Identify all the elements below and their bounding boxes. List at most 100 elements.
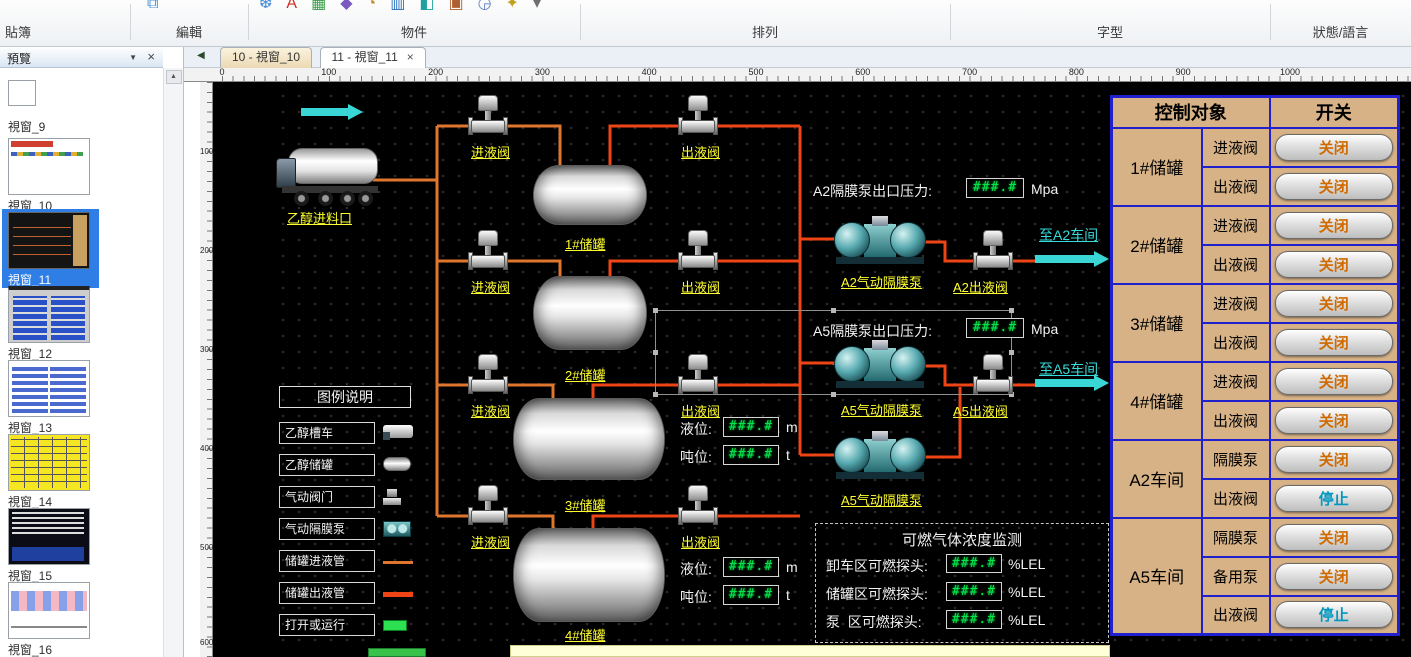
transform-tool-icon[interactable]: ⧉	[147, 0, 158, 15]
legend-label[interactable]: 乙醇槽车	[279, 422, 375, 444]
storage-tank-icon[interactable]	[533, 165, 647, 225]
more-objects-icon[interactable]: ▾	[533, 0, 541, 15]
pipe-segment[interactable]	[924, 242, 976, 261]
switch-button[interactable]: 关闭	[1275, 524, 1393, 551]
valve-label[interactable]: 进液阀	[471, 532, 510, 551]
tank-label[interactable]: 1#储罐	[565, 234, 605, 253]
tank-label[interactable]: 3#储罐	[565, 495, 605, 514]
flow-destination-label[interactable]: 至A2车间	[1039, 225, 1098, 245]
switch-button[interactable]: 关闭	[1275, 251, 1393, 278]
gas-display[interactable]: ###.#	[946, 582, 1002, 601]
level-display[interactable]: ###.#	[723, 557, 779, 577]
tab-window-11[interactable]: 11 - 視窗_11×	[320, 47, 426, 68]
switch-button[interactable]: 关闭	[1275, 407, 1393, 434]
meter-object-icon[interactable]: ◔	[367, 0, 377, 15]
pneumatic-valve-icon[interactable]	[468, 93, 508, 135]
valve-label[interactable]: A5出液阀	[953, 401, 1008, 420]
window-thumbnail[interactable]	[8, 80, 36, 106]
pneumatic-valve-icon[interactable]	[678, 483, 718, 525]
feed-port-label[interactable]: 乙醇进料口	[287, 208, 352, 227]
window-thumbnail[interactable]	[8, 360, 90, 417]
history-object-icon[interactable]: ▣	[448, 0, 463, 15]
legend-label[interactable]: 打开或运行	[279, 614, 375, 636]
flow-arrow-icon[interactable]	[1035, 375, 1109, 391]
legend-label[interactable]: 气动阀门	[279, 486, 375, 508]
switch-button[interactable]: 关闭	[1275, 368, 1393, 395]
hmi-canvas[interactable]: + 乙醇进料口 A2隔膜泵出口压力: ###.# Mpa A5隔膜泵出口压力: …	[213, 82, 1411, 657]
switch-button[interactable]: 停止	[1275, 485, 1393, 512]
tanker-truck-icon[interactable]	[276, 124, 380, 214]
valve-label[interactable]: 出液阀	[681, 532, 720, 551]
flow-arrow-icon[interactable]	[1035, 251, 1109, 267]
window-thumbnail[interactable]	[8, 212, 90, 269]
switch-button[interactable]: 关闭	[1275, 134, 1393, 161]
window-thumbnail[interactable]	[8, 138, 90, 195]
gas-display[interactable]: ###.#	[946, 610, 1002, 629]
legend-label[interactable]: 储罐进液管	[279, 550, 375, 572]
storage-tank-icon[interactable]	[513, 398, 665, 480]
shape-object-icon[interactable]: ◆	[340, 0, 352, 15]
pressure-label[interactable]: A2隔膜泵出口压力:	[813, 181, 932, 201]
window-thumbnail[interactable]	[8, 286, 90, 343]
pneumatic-valve-icon[interactable]	[678, 352, 718, 394]
pneumatic-valve-icon[interactable]	[468, 483, 508, 525]
pump-label[interactable]: A2气动隔膜泵	[841, 272, 922, 291]
valve-label[interactable]: A2出液阀	[953, 277, 1008, 296]
legend-title[interactable]: 图例说明	[279, 386, 411, 408]
valve-label[interactable]: 进液阀	[471, 401, 510, 420]
trend-object-icon[interactable]: ◧	[419, 0, 434, 15]
tonnage-display[interactable]: ###.#	[723, 585, 779, 605]
pump-label[interactable]: A5气动隔膜泵	[841, 490, 922, 509]
picture-object-icon[interactable]: ▦	[311, 0, 326, 15]
switch-button[interactable]: 停止	[1275, 601, 1393, 628]
panel-scrollbar[interactable]: ▲	[163, 68, 183, 657]
pressure-display[interactable]: ###.#	[966, 318, 1024, 338]
tank-label[interactable]: 2#储罐	[565, 365, 605, 384]
window-item-16[interactable]: 視窗_16	[0, 582, 160, 657]
switch-button[interactable]: 关闭	[1275, 446, 1393, 473]
switch-button[interactable]: 关闭	[1275, 329, 1393, 356]
valve-label[interactable]: 进液阀	[471, 277, 510, 296]
pneumatic-valve-icon[interactable]	[468, 352, 508, 394]
valve-label[interactable]: 出液阀	[681, 142, 720, 161]
tank-label[interactable]: 4#储罐	[565, 625, 605, 644]
bar-graph-object-icon[interactable]: ▥	[390, 0, 405, 15]
legend-label[interactable]: 乙醇储罐	[279, 454, 375, 476]
snowflake-object-icon[interactable]: ❆	[259, 0, 272, 15]
window-item-14[interactable]: 視窗_14	[0, 434, 160, 510]
gas-display[interactable]: ###.#	[946, 554, 1002, 573]
valve-label[interactable]: 出液阀	[681, 277, 720, 296]
legend-label[interactable]: 气动隔膜泵	[279, 518, 375, 540]
scroll-up-icon[interactable]: ▲	[166, 70, 182, 84]
window-thumbnail[interactable]	[8, 582, 90, 639]
pneumatic-valve-icon[interactable]	[678, 228, 718, 270]
pipe-segment[interactable]	[924, 387, 960, 457]
valve-label[interactable]: 进液阀	[471, 142, 510, 161]
window-thumbnail[interactable]	[8, 434, 90, 491]
window-item-12[interactable]: 視窗_12	[0, 286, 160, 362]
tonnage-display[interactable]: ###.#	[723, 445, 779, 465]
legend-label[interactable]: 储罐出液管	[279, 582, 375, 604]
window-item-13[interactable]: 視窗_13	[0, 360, 160, 436]
switch-button[interactable]: 关闭	[1275, 290, 1393, 317]
panel-close-icon[interactable]: ×	[147, 49, 155, 64]
panel-dropdown-icon[interactable]: ▼	[129, 53, 137, 62]
flow-arrow-icon[interactable]	[301, 104, 363, 120]
storage-tank-icon[interactable]	[533, 276, 647, 350]
diaphragm-pump-icon[interactable]	[836, 214, 924, 264]
valve-label[interactable]: 出液阀	[681, 401, 720, 420]
pressure-display[interactable]: ###.#	[966, 178, 1024, 198]
window-thumbnail[interactable]	[8, 508, 90, 565]
gas-monitor-panel[interactable]: 可燃气体浓度监测 卸车区可燃探头: ###.# %LEL 储罐区可燃探头: ##…	[815, 523, 1109, 643]
tab-close-icon[interactable]: ×	[407, 50, 414, 64]
pneumatic-valve-icon[interactable]	[678, 93, 718, 135]
tab-nav-left-icon[interactable]: ◀	[197, 50, 205, 61]
diaphragm-pump-icon[interactable]	[836, 338, 924, 388]
pneumatic-valve-icon[interactable]	[468, 228, 508, 270]
pneumatic-valve-icon[interactable]	[973, 352, 1013, 394]
tab-window-10[interactable]: 10 - 視窗_10	[220, 47, 312, 68]
clock-object-icon[interactable]: ◶	[478, 0, 492, 15]
window-item-11[interactable]: 視窗_11	[0, 212, 160, 288]
switch-button[interactable]: 关闭	[1275, 173, 1393, 200]
window-item-15[interactable]: 視窗_15	[0, 508, 160, 584]
